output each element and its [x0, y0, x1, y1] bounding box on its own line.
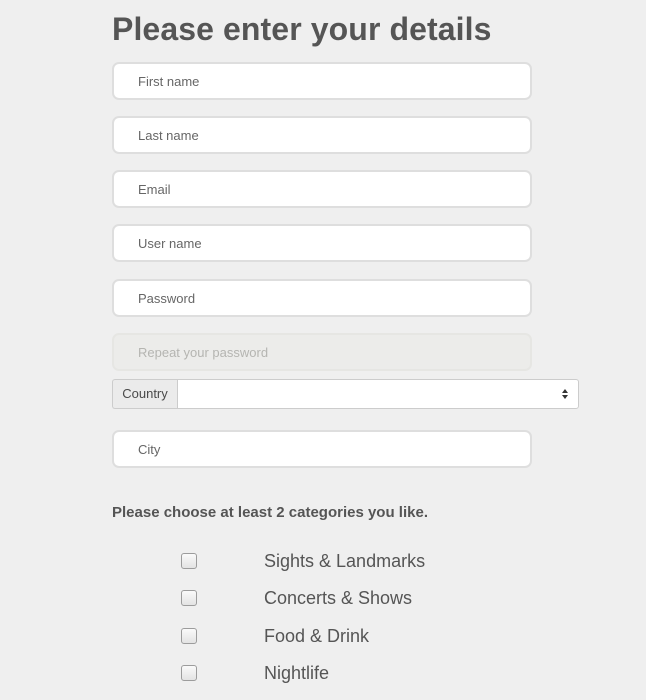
- category-item[interactable]: Sights & Landmarks: [181, 551, 481, 575]
- category-label[interactable]: Food & Drink: [264, 625, 369, 647]
- category-checkbox[interactable]: [181, 590, 197, 606]
- repeat-password-field: [112, 333, 532, 371]
- user-name-field[interactable]: [112, 224, 532, 262]
- category-label[interactable]: Nightlife: [264, 662, 329, 684]
- select-arrows-icon: [562, 389, 568, 399]
- category-label[interactable]: Concerts & Shows: [264, 587, 412, 609]
- categories-prompt: Please choose at least 2 categories you …: [112, 504, 428, 521]
- category-label[interactable]: Sights & Landmarks: [264, 550, 425, 572]
- password-field[interactable]: [112, 279, 532, 317]
- city-field[interactable]: [112, 430, 532, 468]
- category-item[interactable]: Concerts & Shows: [181, 588, 481, 612]
- category-item[interactable]: Food & Drink: [181, 626, 481, 650]
- category-checkbox[interactable]: [181, 553, 197, 569]
- country-select[interactable]: [177, 379, 579, 409]
- country-label: Country: [112, 379, 177, 409]
- country-select-group: Country: [112, 379, 579, 409]
- registration-page: Please enter your details Country Please…: [0, 0, 646, 700]
- category-checkbox[interactable]: [181, 665, 197, 681]
- category-checkbox[interactable]: [181, 628, 197, 644]
- last-name-field[interactable]: [112, 116, 532, 154]
- category-item[interactable]: Nightlife: [181, 663, 481, 687]
- email-field[interactable]: [112, 170, 532, 208]
- page-title: Please enter your details: [112, 11, 492, 47]
- first-name-field[interactable]: [112, 62, 532, 100]
